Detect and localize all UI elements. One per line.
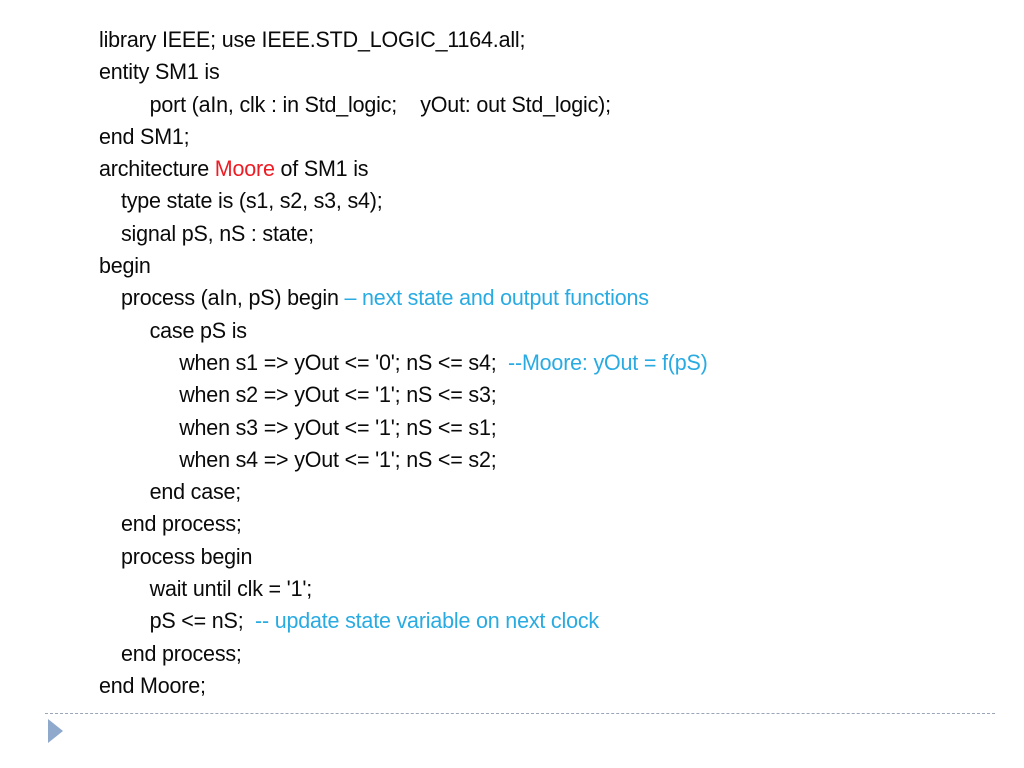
code-line-11: when s1 => yOut <= '0'; nS <= s4; --Moor… <box>99 347 959 379</box>
code-text: when s4 => yOut <= '1'; nS <= s2; <box>179 446 497 472</box>
code-text: end process; <box>120 511 242 537</box>
code-line-21: end Moore; <box>99 670 959 702</box>
footer-divider <box>45 713 995 714</box>
code-text: case pS is <box>149 317 247 343</box>
code-text: architecture <box>99 156 215 182</box>
code-line-6: type state is (s1, s2, s3, s4); <box>99 185 959 217</box>
code-line-16: end process; <box>99 508 959 540</box>
code-text: end case; <box>149 479 242 505</box>
code-text: entity SM1 is <box>99 59 220 85</box>
code-line-15: end case; <box>99 476 959 508</box>
code-line-4: end SM1; <box>99 121 959 153</box>
code-text: type state is (s1, s2, s3, s4); <box>120 188 383 214</box>
code-text: port (aIn, clk : in Std_logic; yOut: out… <box>149 91 611 117</box>
code-line-14: when s4 => yOut <= '1'; nS <= s2; <box>99 444 959 476</box>
slide-canvas: library IEEE; use IEEE.STD_LOGIC_1164.al… <box>0 0 1024 768</box>
code-line-3: port (aIn, clk : in Std_logic; yOut: out… <box>99 89 959 121</box>
code-comment: --Moore: yOut = f(pS) <box>508 349 708 375</box>
code-line-7: signal pS, nS : state; <box>99 218 959 250</box>
code-line-9: process (aIn, pS) begin – next state and… <box>99 282 959 314</box>
code-line-10: case pS is <box>99 315 959 347</box>
code-line-1: library IEEE; use IEEE.STD_LOGIC_1164.al… <box>99 24 959 56</box>
play-triangle-icon[interactable] <box>48 719 63 743</box>
code-line-12: when s2 => yOut <= '1'; nS <= s3; <box>99 379 959 411</box>
code-text: when s3 => yOut <= '1'; nS <= s1; <box>179 414 497 440</box>
code-line-2: entity SM1 is <box>99 56 959 88</box>
code-text: end Moore; <box>99 672 206 698</box>
code-line-17: process begin <box>99 541 959 573</box>
code-comment: – next state and output functions <box>344 285 649 311</box>
code-text: begin <box>99 253 151 279</box>
code-text: library IEEE; use IEEE.STD_LOGIC_1164.al… <box>99 27 526 52</box>
code-text: end process; <box>120 640 242 666</box>
code-line-20: end process; <box>99 638 959 670</box>
code-line-8: begin <box>99 250 959 282</box>
code-line-19: pS <= nS; -- update state variable on ne… <box>99 605 959 637</box>
code-line-5: architecture Moore of SM1 is <box>99 153 959 185</box>
code-text: process begin <box>120 543 253 569</box>
code-comment: -- update state variable on next clock <box>255 608 599 634</box>
code-text: wait until clk = '1'; <box>149 576 313 602</box>
code-text: of SM1 is <box>274 156 369 182</box>
vhdl-code-listing: library IEEE; use IEEE.STD_LOGIC_1164.al… <box>99 24 999 702</box>
code-line-13: when s3 => yOut <= '1'; nS <= s1; <box>99 412 959 444</box>
code-text: process (aIn, pS) begin <box>120 285 345 311</box>
code-text: pS <= nS; <box>149 608 256 634</box>
code-text: when s2 => yOut <= '1'; nS <= s3; <box>179 382 497 408</box>
code-text: signal pS, nS : state; <box>120 220 314 246</box>
code-line-18: wait until clk = '1'; <box>99 573 959 605</box>
code-text: when s1 => yOut <= '0'; nS <= s4; <box>179 349 509 375</box>
architecture-name-moore: Moore <box>214 156 275 182</box>
code-text: end SM1; <box>99 123 190 149</box>
